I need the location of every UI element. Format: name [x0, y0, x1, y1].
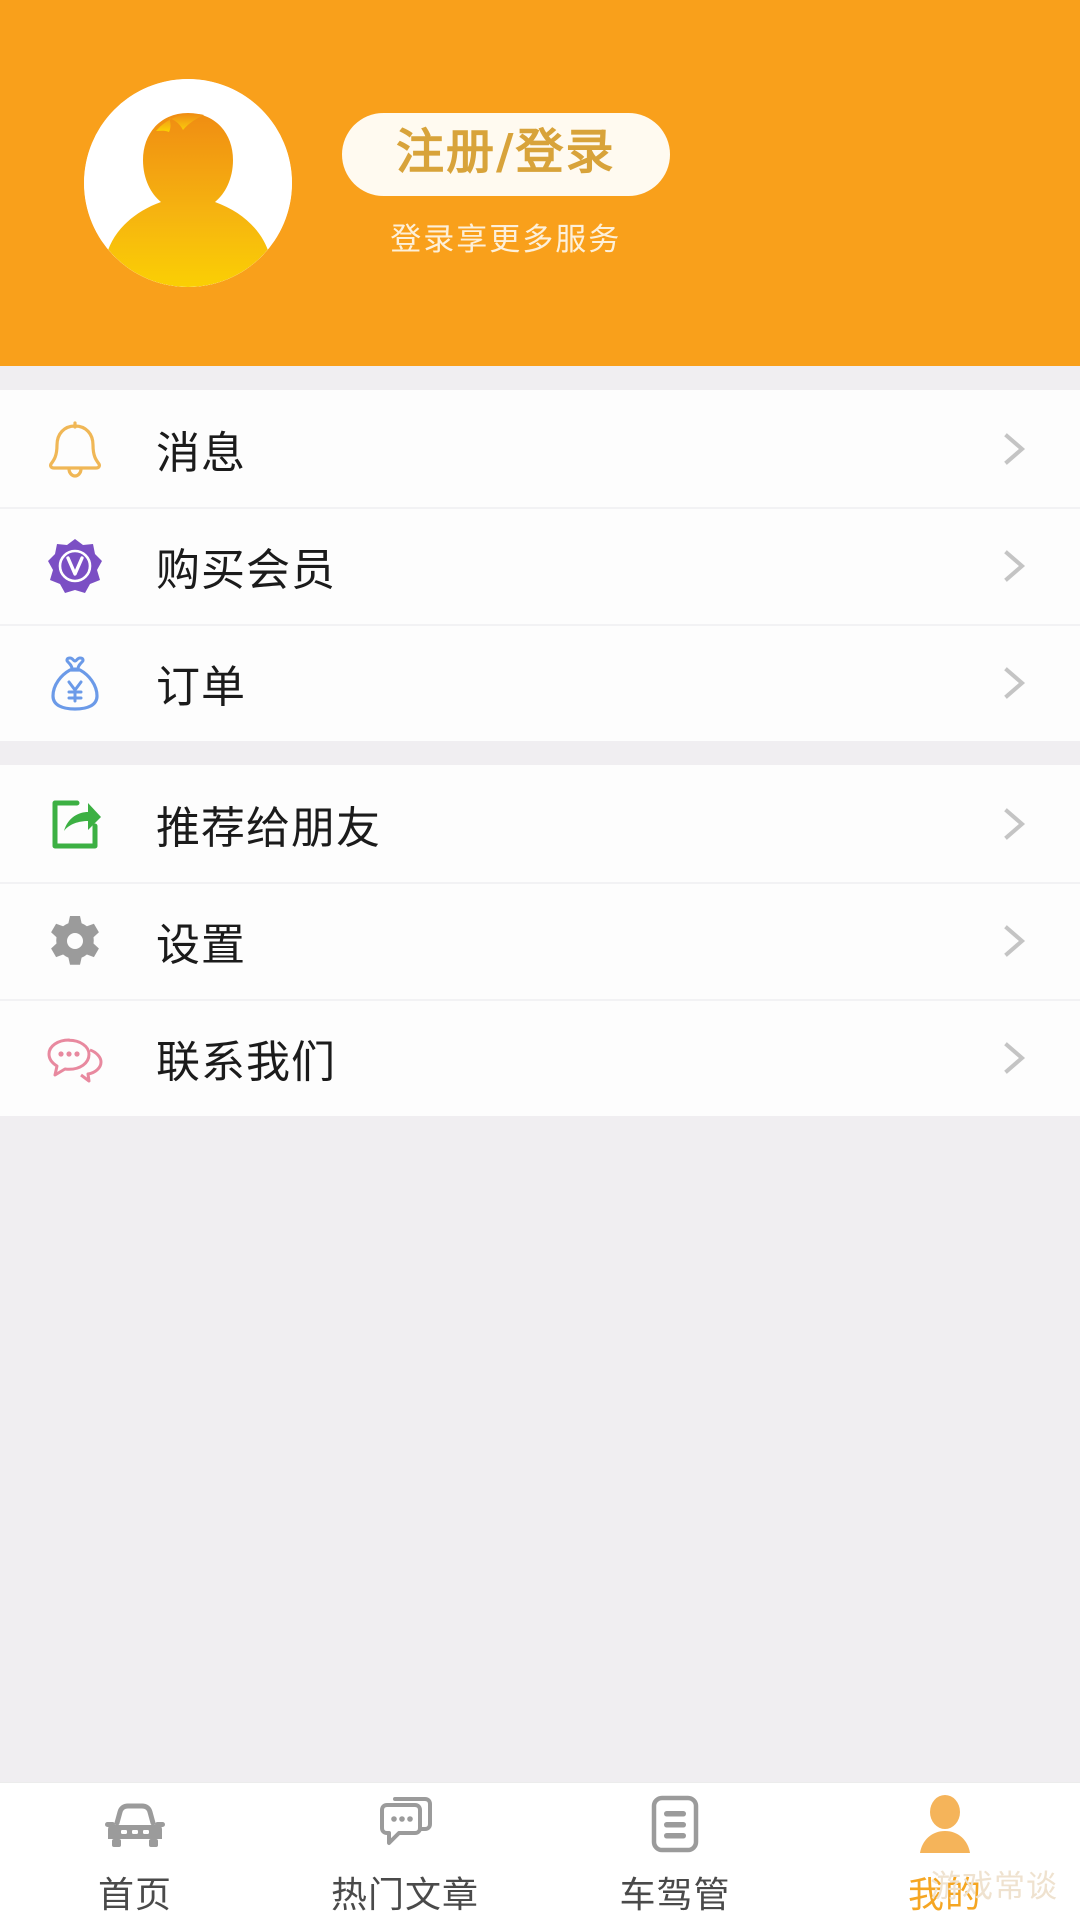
user-avatar-placeholder-icon: [84, 79, 292, 287]
chevron-right-icon: [994, 921, 1034, 961]
header-text-block: 注册/登录 登录享更多服务: [342, 113, 670, 258]
login-subtitle: 登录享更多服务: [390, 221, 622, 258]
chevron-right-icon: [994, 1038, 1034, 1078]
menu-item-label: 订单: [156, 661, 246, 713]
tab-label: 首页: [97, 1874, 172, 1916]
menu-item-messages[interactable]: 消息: [0, 390, 1080, 507]
tab-home[interactable]: 首页: [0, 1783, 270, 1920]
avatar[interactable]: [84, 79, 292, 287]
section-gap-top: [0, 366, 1080, 390]
menu-item-orders[interactable]: 订单: [0, 624, 1080, 741]
menu-item-label: 设置: [156, 919, 246, 971]
chevron-right-icon: [994, 546, 1034, 586]
tab-label: 热门文章: [330, 1874, 479, 1916]
share-icon: [44, 793, 106, 855]
chat-stack-icon: [375, 1794, 435, 1854]
chat-bubbles-icon: [44, 1027, 106, 1089]
profile-header: 注册/登录 登录享更多服务: [0, 0, 1080, 366]
menu-item-label: 推荐给朋友: [156, 802, 381, 854]
menu-item-label: 购买会员: [156, 544, 336, 596]
tab-mine[interactable]: 我的: [810, 1783, 1080, 1920]
tab-hot-articles[interactable]: 热门文章: [270, 1783, 540, 1920]
chevron-right-icon: [994, 663, 1034, 703]
menu-group-account: 消息 购买会员 订单: [0, 390, 1080, 741]
app-screen: 注册/登录 登录享更多服务 消息 购买会员 订单 推荐给朋友 设置 联系我们 首…: [0, 0, 1080, 1920]
chevron-right-icon: [994, 804, 1034, 844]
section-gap-middle: [0, 741, 1080, 765]
bottom-tab-bar: 首页 热门文章 车驾管 我的 游戏常谈: [0, 1782, 1080, 1920]
empty-space: [0, 1116, 1080, 1782]
menu-item-recommend-to-friends[interactable]: 推荐给朋友: [0, 765, 1080, 882]
register-login-button[interactable]: 注册/登录: [342, 113, 670, 196]
car-icon: [104, 1794, 166, 1854]
menu-item-buy-membership[interactable]: 购买会员: [0, 507, 1080, 624]
tab-vehicle-management[interactable]: 车驾管: [540, 1783, 810, 1920]
tab-label: 我的: [907, 1874, 982, 1916]
content-scroll-area[interactable]: 消息 购买会员 订单 推荐给朋友 设置 联系我们: [0, 366, 1080, 1782]
money-bag-icon: [44, 652, 106, 714]
person-icon: [918, 1794, 972, 1854]
vip-badge-icon: [44, 535, 106, 597]
menu-item-label: 消息: [156, 427, 246, 479]
gear-icon: [44, 910, 106, 972]
menu-group-general: 推荐给朋友 设置 联系我们: [0, 765, 1080, 1116]
bell-icon: [44, 418, 106, 480]
document-list-icon: [651, 1794, 699, 1854]
chevron-right-icon: [994, 429, 1034, 469]
menu-item-contact-us[interactable]: 联系我们: [0, 999, 1080, 1116]
menu-item-settings[interactable]: 设置: [0, 882, 1080, 999]
tab-label: 车驾管: [619, 1874, 731, 1916]
menu-item-label: 联系我们: [156, 1036, 336, 1088]
